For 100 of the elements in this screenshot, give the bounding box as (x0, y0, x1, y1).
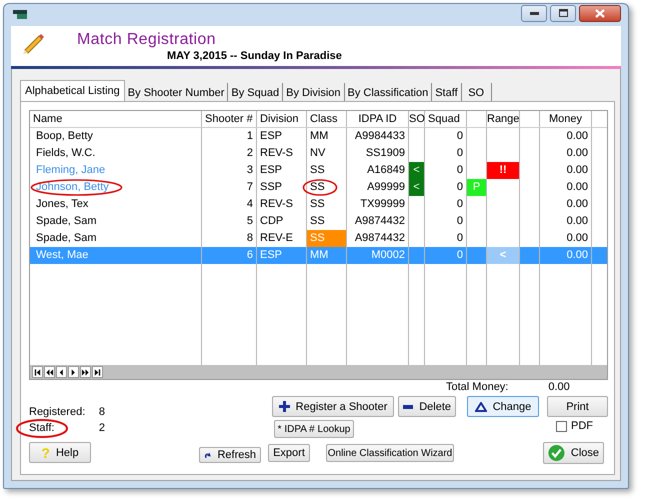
table-cell: 0.00 (540, 213, 592, 230)
last-icon (93, 368, 102, 376)
close-button[interactable]: Close (543, 442, 604, 464)
table-cell: 0.00 (540, 145, 592, 162)
status-marker: < (409, 162, 425, 179)
column-header: SO (409, 111, 425, 127)
column-header: Shooter # (202, 111, 257, 127)
table-cell: SS (307, 179, 347, 196)
table-cell: Spade, Sam (36, 215, 97, 227)
pencil-icon (21, 32, 45, 56)
table-row[interactable]: Johnson, Betty 7 SSP SS A99999 < 0 P 0.00 (30, 179, 607, 196)
column-header: Name (30, 111, 202, 127)
classification-wizard-button[interactable]: Online Classification Wizard (326, 444, 454, 462)
column-header: Squad (425, 111, 467, 127)
next-button[interactable] (68, 366, 79, 378)
table-cell: 0 (425, 213, 467, 230)
total-money-label: Total Money: (446, 381, 508, 393)
table-cell: REV-S (257, 145, 307, 162)
minus-icon (403, 404, 414, 408)
table-cell: 7 (202, 179, 257, 196)
table-row[interactable]: Boop, Betty 1 ESP MM A9984433 0 0.00 (30, 128, 607, 145)
table-cell: CDP (257, 213, 307, 230)
table-cell: SSP (257, 179, 307, 196)
column-header: Division (257, 111, 307, 127)
table-row[interactable]: Fleming, Jane 3 ESP SS A16849 < 0 !! 0.00 (30, 162, 607, 179)
minimize-icon (530, 11, 538, 15)
close-icon (595, 8, 605, 18)
refresh-button[interactable]: Refresh (199, 447, 261, 463)
table-cell: 0.00 (540, 247, 592, 264)
triangle-icon (474, 402, 487, 412)
prev-button[interactable] (56, 366, 67, 378)
table-cell: Jones, Tex (36, 198, 88, 210)
table-cell: 4 (202, 196, 257, 213)
registered-label: Registered: (29, 405, 86, 420)
table-cell: West, Mae (36, 249, 88, 261)
table-cell: Johnson, Betty (36, 181, 109, 193)
staff-count: 2 (98, 421, 105, 436)
help-button[interactable]: ? Help (29, 442, 91, 463)
table-cell: REV-S (257, 196, 307, 213)
table-cell: Boop, Betty (36, 130, 93, 142)
table-cell: 0.00 (540, 128, 592, 145)
next-page-button[interactable] (80, 366, 91, 378)
page-title: Match Registration (77, 31, 217, 49)
table-cell: A9984433 (347, 128, 409, 145)
change-button[interactable]: Change (467, 396, 539, 417)
last-button[interactable] (92, 366, 103, 378)
table-cell: MM (307, 247, 347, 264)
help-icon: ? (41, 444, 50, 460)
tab[interactable]: Alphabetical Listing (20, 80, 125, 101)
table-cell: SS (307, 162, 347, 179)
maximize-button[interactable] (550, 4, 576, 22)
match-subtitle: MAY 3,2015 -- Sunday In Paradise (167, 50, 342, 62)
table-cell: A9874432 (347, 213, 409, 230)
table-cell: ESP (257, 162, 307, 179)
status-marker: P (467, 179, 487, 196)
staff-label: Staff: (29, 421, 54, 436)
total-money-value: 0.00 (548, 381, 570, 393)
table-cell: 1 (202, 128, 257, 145)
minimize-button[interactable] (521, 4, 547, 22)
register-shooter-button[interactable]: Register a Shooter (272, 396, 394, 417)
registered-count: 8 (98, 405, 105, 420)
table-cell: 0 (425, 247, 467, 264)
prev-page-button[interactable] (44, 366, 55, 378)
table-cell: TX99999 (347, 196, 409, 213)
checkmark-icon (548, 443, 565, 463)
table-cell: 3 (202, 162, 257, 179)
table-cell: 0.00 (540, 162, 592, 179)
range-marker: < (487, 247, 520, 264)
column-header: IDPA ID (347, 111, 409, 127)
table-cell: Spade, Sam (36, 232, 97, 244)
idpa-lookup-button[interactable]: * IDPA # Lookup (274, 420, 354, 438)
table-cell: Fleming, Jane (36, 164, 106, 176)
table-cell: 0.00 (540, 179, 592, 196)
plus-icon (278, 401, 290, 412)
table-cell: SS (307, 230, 347, 247)
table-cell: 0 (425, 145, 467, 162)
table-cell: NV (307, 145, 347, 162)
table-row[interactable]: Jones, Tex 4 REV-S SS TX99999 0 0.00 (30, 196, 607, 213)
table-cell: ESP (257, 247, 307, 264)
column-header: Range (487, 111, 520, 127)
prev-page-icon (45, 368, 54, 376)
pdf-label: PDF (571, 420, 593, 432)
table-cell: SS1909 (347, 145, 409, 162)
range-marker: !! (487, 162, 520, 179)
table-cell: Fields, W.C. (36, 147, 96, 159)
export-button[interactable]: Export (268, 444, 310, 462)
print-button[interactable]: Print (547, 396, 608, 417)
status-marker: < (409, 179, 425, 196)
table-cell: 0 (425, 128, 467, 145)
app-icon (13, 10, 27, 20)
pdf-checkbox[interactable] (556, 420, 567, 432)
column-header: Class (307, 111, 347, 127)
close-window-button[interactable] (579, 4, 621, 22)
table-cell: 2 (202, 145, 257, 162)
first-button[interactable] (32, 366, 43, 378)
maximize-icon (558, 9, 568, 17)
prev-icon (57, 368, 66, 376)
delete-button[interactable]: Delete (398, 396, 456, 417)
first-icon (33, 368, 42, 376)
table-cell: ESP (257, 128, 307, 145)
